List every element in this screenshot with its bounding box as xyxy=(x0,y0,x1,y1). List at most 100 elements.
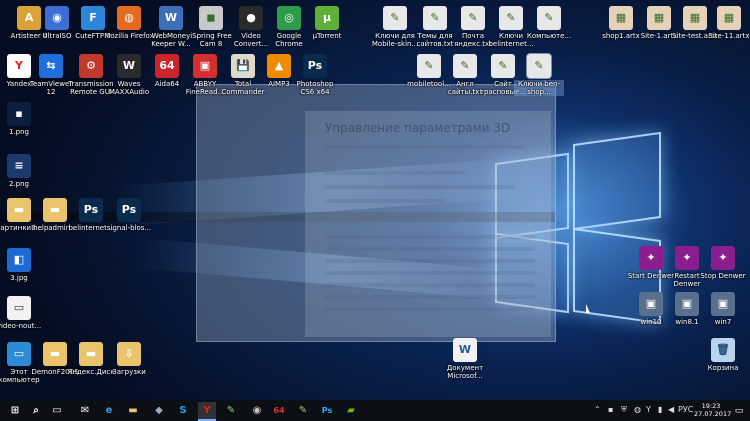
logo-pane-top-right xyxy=(573,131,661,231)
clock-time: 19:23 xyxy=(701,402,721,410)
desktop-icon-site11[interactable]: ▦ Site-11.artx xyxy=(704,6,750,40)
desktop-icon-video-nout[interactable]: ▭ video-nout... xyxy=(0,296,44,330)
desktop-icon-png1[interactable]: ▪ 1.png xyxy=(0,102,44,136)
network-icon[interactable]: ▮ xyxy=(658,405,662,414)
notifications-icon[interactable]: ▭ xyxy=(730,402,748,419)
desktop-icon-label: Документ Microsof... xyxy=(446,364,484,380)
recycle-bin-icon: 🗑 xyxy=(711,338,735,362)
desktop-icon-label: µTorrent xyxy=(312,32,342,40)
folder-icon: ▬ xyxy=(43,342,67,366)
virtualbox-icon: ▣ xyxy=(711,292,735,316)
notepad-icon[interactable]: ✎ xyxy=(294,402,312,419)
notepad-icon: ✎ xyxy=(383,6,407,30)
settings-row xyxy=(325,283,535,287)
settings-row xyxy=(209,131,299,135)
desktop-icon-label: Загрузки xyxy=(112,368,146,376)
photoshop-icon: Ps xyxy=(117,198,141,222)
desktop-icon-recycle-bin[interactable]: 🗑 Корзина xyxy=(698,338,748,372)
desktop-icon-ben-shop[interactable]: ✎ Ключи ben-shop... xyxy=(514,53,564,96)
virtualbox-icon: ▣ xyxy=(675,292,699,316)
disc-icon: ◉ xyxy=(45,6,69,30)
desktop-icon-label: Корзина xyxy=(707,364,739,372)
settings-row xyxy=(325,199,445,203)
settings-row xyxy=(325,235,535,239)
nvidia-3d-settings-window-ghost[interactable]: Управление параметрами 3D xyxy=(196,84,556,342)
desktop-icon-png2[interactable]: ≡ 2.png xyxy=(0,154,44,188)
utorrent-icon: µ xyxy=(315,6,339,30)
clock-date: 27.07.2017 xyxy=(694,410,732,418)
network-app-icon[interactable]: ◆ xyxy=(150,402,168,419)
desktop-icon-photoshop-cs6[interactable]: Ps Photoshop CS6 x64 xyxy=(290,54,340,96)
photoshop-icon[interactable]: Ps xyxy=(318,402,336,419)
abbyy-icon: ▣ xyxy=(193,54,217,78)
yandex-disk-icon[interactable]: Y xyxy=(646,405,651,414)
desktop-icon-label: Stop Denwer xyxy=(700,272,746,280)
language-indicator[interactable]: РУС xyxy=(678,405,693,414)
desktop-icon-signal-psd[interactable]: Ps signal-blos... xyxy=(104,198,154,232)
settings-row xyxy=(325,171,465,175)
video-file-icon: ▭ xyxy=(7,296,31,320)
settings-row xyxy=(209,103,359,107)
file-explorer-icon[interactable]: ▬ xyxy=(124,402,142,419)
settings-row xyxy=(209,143,289,147)
floppy-icon[interactable]: ◉ xyxy=(248,402,266,419)
shield-icon[interactable]: ⛨ xyxy=(621,405,627,415)
tray-app-icon[interactable]: ◍ xyxy=(634,405,641,414)
desktop-icon-computer-txt[interactable]: ✎ Компьюте... xyxy=(524,6,574,40)
teamviewer-icon: ⇆ xyxy=(39,54,63,78)
desktop-icon-doc-word[interactable]: W Документ Microsof... xyxy=(440,338,490,380)
desktop-icon-label: 3.jpg xyxy=(10,274,28,282)
notepad-icon: ✎ xyxy=(461,6,485,30)
desktop-icon-win7-vm[interactable]: ▣ win7 xyxy=(698,292,748,326)
artx-file-icon: ▦ xyxy=(717,6,741,30)
task-view-icon[interactable]: ▭ xyxy=(48,402,66,419)
denwer-start-icon: ✦ xyxy=(639,246,663,270)
image-file-icon: ◧ xyxy=(7,248,31,272)
search-icon[interactable]: ⌕ xyxy=(27,402,45,419)
desktop-icon-downloads[interactable]: ⇩ Загрузки xyxy=(104,342,154,376)
notepad-icon: ✎ xyxy=(417,54,441,78)
image-file-icon: ≡ xyxy=(7,154,31,178)
window-title: Управление параметрами 3D xyxy=(325,121,511,135)
aida64-icon: 64 xyxy=(155,54,179,78)
mail-icon[interactable]: ✉ xyxy=(76,402,94,419)
desktop-icon-jpg3[interactable]: ◧ 3.jpg xyxy=(0,248,44,282)
tray-app-icon[interactable]: ▪ xyxy=(608,405,613,414)
desktop-icon-label: Photoshop CS6 x64 xyxy=(296,80,334,96)
desktop-icon-stop-denwer[interactable]: ✦ Stop Denwer xyxy=(698,246,748,280)
desktop-icon-label: 1.png xyxy=(8,128,29,136)
desktop[interactable]: Управление параметрами 3D A Artisteer 4 ◉ U… xyxy=(0,0,750,400)
desktop-icon-label: Site-11.artx xyxy=(708,32,750,40)
folder-icon: ▬ xyxy=(79,342,103,366)
chevron-up-icon[interactable]: ⌃ xyxy=(594,405,601,414)
yandex-icon[interactable]: Y xyxy=(198,402,216,421)
video-icon: ● xyxy=(239,6,263,30)
ftp-icon: F xyxy=(81,6,105,30)
desktop-icon-utorrent[interactable]: µ µTorrent xyxy=(302,6,352,40)
aida64-icon[interactable]: 64 xyxy=(270,402,288,419)
settings-row xyxy=(325,145,525,149)
windows-start-icon[interactable]: ⊞ xyxy=(6,402,24,419)
photoshop-icon: Ps xyxy=(303,54,327,78)
nvidia-icon[interactable]: ▰ xyxy=(342,402,360,419)
folder-icon: ▬ xyxy=(7,198,31,222)
clock[interactable]: 19:23 27.07.2017 xyxy=(694,402,732,418)
computer-icon: ▭ xyxy=(7,342,31,366)
notepad-icon: ✎ xyxy=(526,53,552,79)
settings-row xyxy=(325,295,535,299)
floppy-icon: 💾 xyxy=(231,54,255,78)
notepad-icon[interactable]: ✎ xyxy=(222,402,240,419)
waves-icon: W xyxy=(117,54,141,78)
artx-file-icon: ▦ xyxy=(647,6,671,30)
settings-row xyxy=(209,115,299,119)
edge-icon[interactable]: e xyxy=(100,402,118,419)
notepad-icon: ✎ xyxy=(453,54,477,78)
aimp-icon: ▲ xyxy=(267,54,291,78)
skype-icon[interactable]: S xyxy=(174,402,192,419)
volume-icon[interactable]: ◀ xyxy=(668,405,674,414)
settings-row xyxy=(325,259,535,263)
desktop-icon-label: Компьюте... xyxy=(526,32,572,40)
denwer-stop-icon: ✦ xyxy=(711,246,735,270)
settings-row xyxy=(325,185,515,189)
taskbar[interactable]: ⊞ ⌕ ▭ ✉ e ▬ ◆ S Y ✎ ◉ 64 ✎ Ps ▰ ⌃ ▪ ⛨ ◍ Y ▮ ◀ РУС 19:23 27.0… xyxy=(0,400,750,421)
